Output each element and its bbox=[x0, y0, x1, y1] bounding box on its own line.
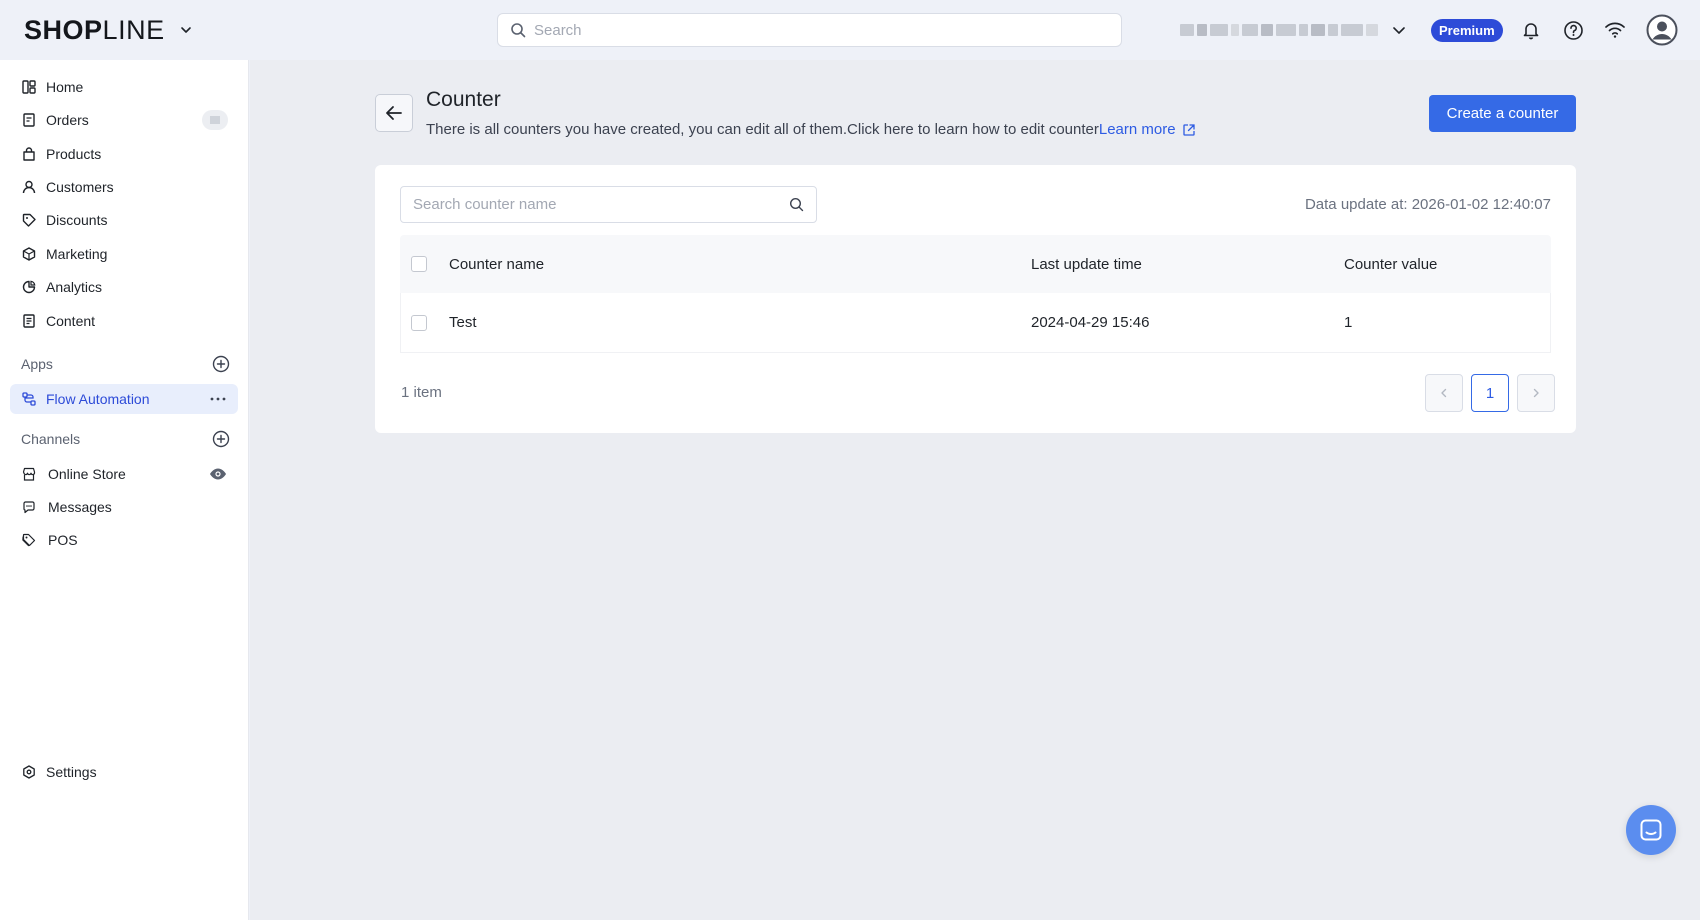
sidebar-item-label: Home bbox=[46, 79, 84, 95]
content-icon bbox=[22, 314, 36, 328]
analytics-icon bbox=[22, 280, 36, 294]
orders-count-badge-redacted bbox=[202, 110, 228, 130]
select-all-cell bbox=[411, 235, 427, 293]
user-avatar-icon[interactable] bbox=[1646, 14, 1678, 46]
discounts-icon bbox=[22, 213, 36, 227]
shopline-logo[interactable]: SHOPLINE bbox=[24, 14, 195, 46]
pagination-next-button[interactable] bbox=[1517, 374, 1555, 412]
select-all-checkbox[interactable] bbox=[411, 256, 427, 272]
pagination-prev-button[interactable] bbox=[1425, 374, 1463, 412]
sidebar-item-pos[interactable]: POS bbox=[10, 525, 238, 555]
bell-icon[interactable] bbox=[1519, 18, 1543, 42]
counter-value-cell: 1 bbox=[1344, 314, 1353, 331]
page-title: Counter bbox=[426, 88, 501, 111]
sidebar-item-online-store[interactable]: Online Store bbox=[10, 459, 238, 489]
apps-section-header: Apps bbox=[21, 353, 231, 375]
page-description: There is all counters you have created, … bbox=[426, 121, 1196, 138]
sidebar-item-label: Analytics bbox=[46, 279, 103, 295]
sidebar-item-label: Discounts bbox=[46, 212, 108, 228]
sidebar-item-label: Customers bbox=[46, 179, 114, 195]
sidebar-item-label: Messages bbox=[48, 499, 112, 515]
last-update-time-cell: 2024-04-29 15:46 bbox=[1031, 314, 1150, 331]
pos-icon bbox=[22, 533, 36, 547]
create-counter-button[interactable]: Create a counter bbox=[1429, 95, 1576, 132]
sidebar-item-marketing[interactable]: Marketing bbox=[10, 239, 238, 269]
marketing-icon bbox=[22, 247, 36, 261]
back-button[interactable] bbox=[375, 94, 413, 132]
column-header-last-update-time: Last update time bbox=[1031, 255, 1142, 273]
sidebar-item-label: Marketing bbox=[46, 246, 108, 262]
add-channel-icon[interactable] bbox=[211, 429, 231, 449]
sidebar-item-flow-automation[interactable]: Flow Automation bbox=[10, 384, 238, 414]
channels-section-label: Channels bbox=[21, 431, 81, 447]
sidebar-item-content[interactable]: Content bbox=[10, 306, 238, 336]
chevron-right-icon bbox=[1530, 387, 1542, 399]
row-checkbox[interactable] bbox=[411, 314, 427, 331]
sidebar-item-label: Flow Automation bbox=[46, 391, 150, 407]
column-header-counter-value: Counter value bbox=[1344, 255, 1438, 273]
counter-name-cell[interactable]: Test bbox=[449, 293, 477, 352]
global-search-input[interactable] bbox=[534, 21, 1109, 39]
store-icon bbox=[22, 467, 36, 481]
messages-icon bbox=[22, 500, 36, 514]
counter-table-card: Data update at: 2026-01-02 12:40:07 Coun… bbox=[375, 165, 1576, 433]
learn-more-link[interactable]: Learn more bbox=[1099, 121, 1196, 138]
help-icon[interactable] bbox=[1561, 18, 1585, 42]
external-link-icon bbox=[1182, 123, 1196, 137]
search-icon bbox=[510, 22, 526, 38]
logo-text: SHOPLINE bbox=[24, 14, 165, 45]
global-search-box[interactable] bbox=[497, 13, 1122, 47]
data-update-timestamp: Data update at: 2026-01-02 12:40:07 bbox=[1304, 196, 1551, 213]
sidebar-item-label: POS bbox=[48, 532, 78, 548]
learn-more-label: Learn more bbox=[1098, 121, 1176, 138]
apps-section-label: Apps bbox=[21, 356, 53, 372]
item-count: 1 item bbox=[401, 384, 442, 401]
table-row[interactable]: Test 2024-04-29 15:46 1 bbox=[400, 293, 1551, 353]
sidebar-item-settings[interactable]: Settings bbox=[10, 757, 238, 787]
chevron-down-icon[interactable] bbox=[1390, 21, 1408, 39]
page-description-text: There is all counters you have created, … bbox=[426, 121, 1099, 138]
sidebar-item-label: Orders bbox=[46, 112, 89, 128]
counter-search-input[interactable] bbox=[413, 196, 789, 213]
column-header-counter-name: Counter name bbox=[449, 255, 545, 273]
arrow-left-icon bbox=[384, 103, 404, 123]
sidebar-item-home[interactable]: Home bbox=[10, 72, 238, 102]
products-icon bbox=[22, 147, 36, 161]
sidebar-item-label: Content bbox=[46, 313, 96, 329]
counter-search-box[interactable] bbox=[400, 186, 817, 223]
flow-icon bbox=[22, 392, 36, 406]
chat-icon bbox=[1639, 818, 1663, 842]
sidebar-item-label: Products bbox=[46, 146, 102, 162]
sidebar-item-discounts[interactable]: Discounts bbox=[10, 205, 238, 235]
sidebar-item-products[interactable]: Products bbox=[10, 139, 238, 169]
channels-section-header: Channels bbox=[21, 428, 231, 450]
row-select-cell bbox=[411, 293, 427, 352]
premium-badge: Premium bbox=[1431, 19, 1503, 42]
eye-icon[interactable] bbox=[208, 464, 228, 484]
add-app-icon[interactable] bbox=[211, 354, 231, 374]
wifi-icon[interactable] bbox=[1603, 18, 1627, 42]
chat-support-button[interactable] bbox=[1626, 805, 1676, 855]
pagination-page-button[interactable]: 1 bbox=[1471, 374, 1509, 412]
chevron-down-icon[interactable] bbox=[177, 21, 195, 39]
settings-icon bbox=[22, 765, 36, 779]
sidebar-item-orders[interactable]: Orders bbox=[10, 105, 238, 135]
sidebar-item-analytics[interactable]: Analytics bbox=[10, 272, 238, 302]
customers-icon bbox=[22, 180, 36, 194]
store-name-redacted[interactable] bbox=[1180, 20, 1380, 40]
sidebar-item-messages[interactable]: Messages bbox=[10, 492, 238, 522]
sidebar-item-customers[interactable]: Customers bbox=[10, 172, 238, 202]
sidebar-item-label: Online Store bbox=[48, 466, 126, 482]
sidebar: Home Orders Products Customers Discounts… bbox=[0, 60, 249, 920]
orders-icon bbox=[22, 113, 36, 127]
table-header: Counter name Last update time Counter va… bbox=[400, 235, 1551, 293]
more-options-icon[interactable] bbox=[208, 389, 228, 409]
search-icon[interactable] bbox=[789, 197, 804, 212]
top-bar: SHOPLINE Premium bbox=[0, 0, 1700, 60]
home-icon bbox=[22, 80, 36, 94]
sidebar-item-label: Settings bbox=[46, 764, 97, 780]
chevron-left-icon bbox=[1438, 387, 1450, 399]
